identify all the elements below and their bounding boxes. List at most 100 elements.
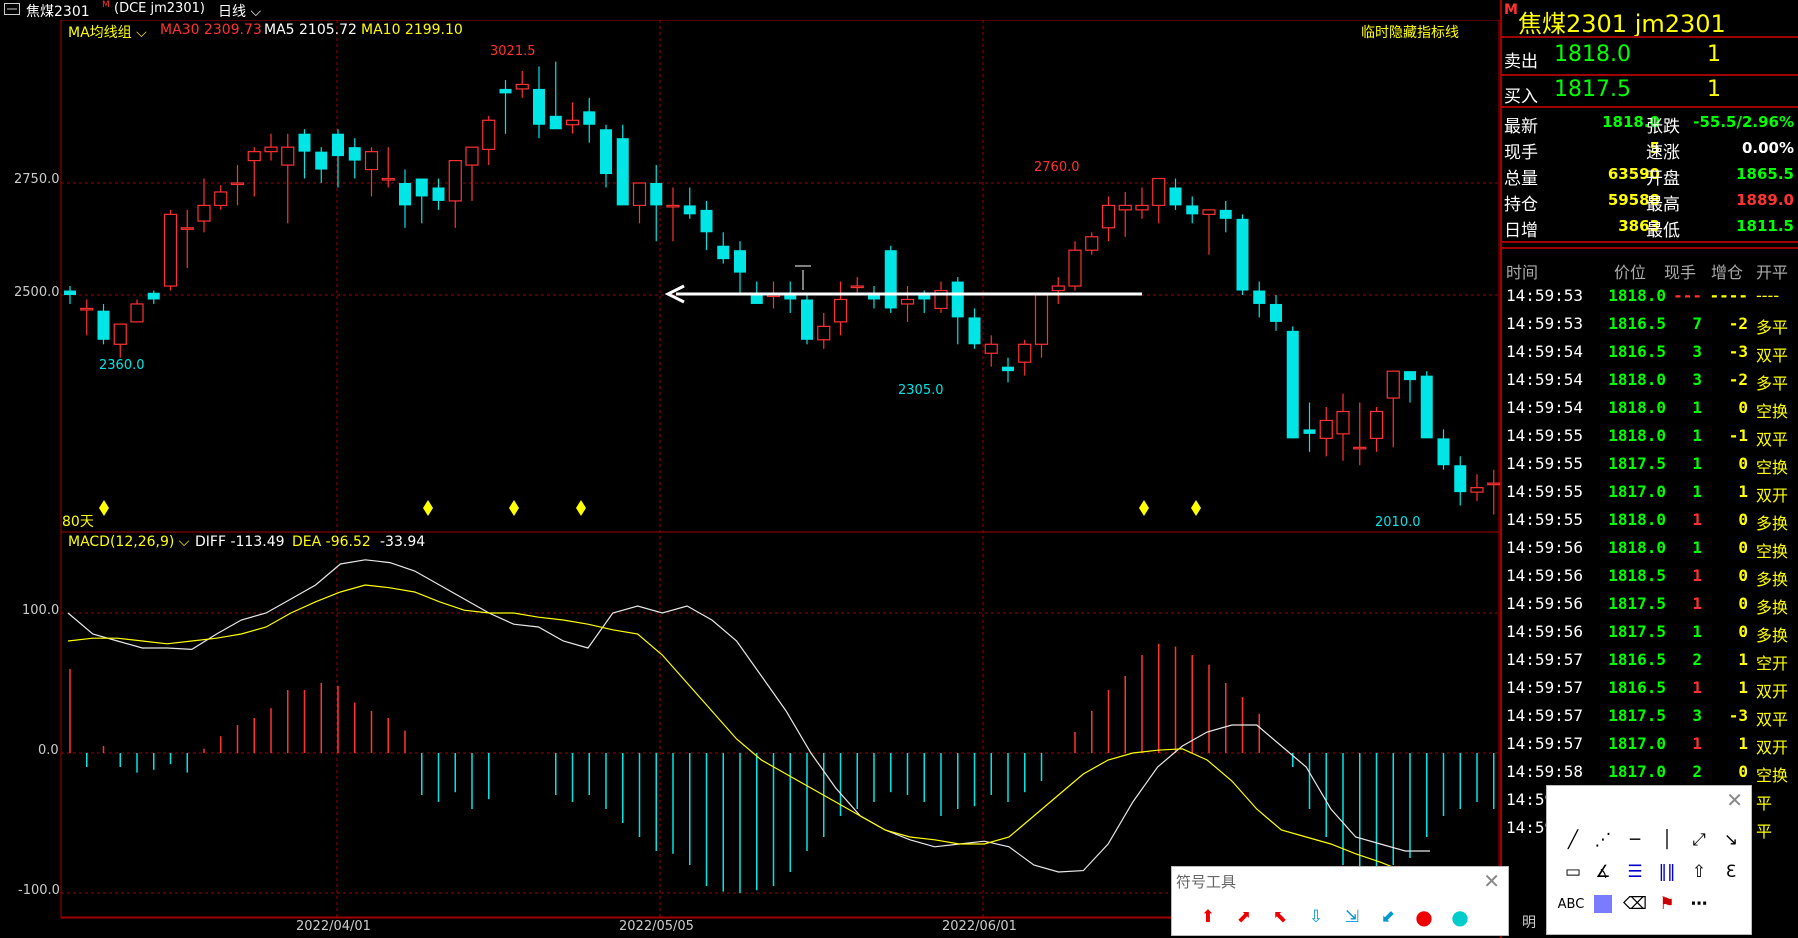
stat-label: 开盘: [1646, 169, 1680, 189]
candle-body-down: [1270, 303, 1282, 322]
rectangle-icon[interactable]: ▭: [1559, 858, 1587, 886]
horizontal-line-icon[interactable]: ─: [1621, 826, 1649, 854]
tick-oi: -3: [1728, 342, 1748, 361]
tick-row: 14:59:56 1818.5 1 0 多换: [1502, 562, 1798, 590]
sell-price: 1818.0: [1554, 42, 1631, 67]
price-tick: 2500.0: [14, 285, 60, 300]
cyan-dot-icon[interactable]: ●: [1446, 903, 1474, 931]
candle-body-up: [281, 146, 295, 166]
tick-time: 14:59:53: [1506, 314, 1584, 333]
tick-oi: 0: [1738, 594, 1748, 613]
kline-chart[interactable]: [0, 20, 1500, 938]
ray-line-icon[interactable]: ⋰: [1589, 826, 1617, 854]
hide-indicator-button[interactable]: 临时隐藏指标线: [1361, 22, 1459, 42]
tick-oi: ----: [1709, 286, 1748, 305]
ma-group-label: MA均线组: [68, 25, 132, 41]
candle-body-up: [1336, 410, 1350, 435]
arrow-line-icon[interactable]: ↘: [1717, 826, 1745, 854]
tick-row: 14:59:55 1818.0 1 -1 双平: [1502, 422, 1798, 450]
period-select[interactable]: 日线 ⌵: [218, 1, 261, 21]
candle-body-down: [1404, 371, 1416, 381]
fibonacci-icon[interactable]: Ɛ: [1717, 858, 1745, 886]
tick-qty: 1: [1692, 566, 1702, 585]
candle-body-up: [817, 325, 831, 341]
candle-body-up: [1386, 370, 1400, 399]
tick-row: 14:59:56 1817.5 1 0 多换: [1502, 618, 1798, 646]
ma10-value: MA10 2199.10: [361, 22, 463, 38]
candle-body-up: [1152, 177, 1166, 207]
signal-diamond: [423, 500, 433, 516]
bottom-tab[interactable]: 明: [1522, 912, 1536, 932]
chevron-down-icon: ⌵: [131, 25, 147, 41]
arrow-down-right-icon[interactable]: ⇲: [1338, 903, 1366, 931]
tick-time: 14:59:55: [1506, 482, 1584, 501]
tick-type: 空换: [1756, 402, 1789, 421]
candle-body-up: [1202, 209, 1216, 215]
candle-body-down: [717, 245, 730, 260]
up-arrow-icon[interactable]: ⇧: [1685, 858, 1713, 886]
candle-body-down: [1420, 375, 1433, 439]
period-lines-icon[interactable]: ‖‖: [1653, 858, 1681, 886]
gann-angle-icon[interactable]: ∡: [1589, 858, 1617, 886]
tick-time: 14:59:56: [1506, 538, 1584, 557]
tick-type: 空换: [1756, 766, 1789, 785]
tick-oi: 0: [1738, 510, 1748, 529]
period-label: 日线: [218, 4, 246, 20]
tick-type: 双开: [1756, 682, 1789, 701]
signal-diamond: [99, 500, 109, 516]
candle-body-down: [415, 178, 428, 197]
channel-icon[interactable]: ☰: [1621, 858, 1649, 886]
tick-oi: 0: [1738, 538, 1748, 557]
low-price-label: 2360.0: [99, 358, 145, 373]
tick-row: 14:59:53 1816.5 7 -2 多平: [1502, 310, 1798, 338]
line-segment-icon[interactable]: ╱: [1559, 826, 1587, 854]
candle-body-up: [565, 119, 580, 126]
sell-qty: 1: [1707, 42, 1721, 67]
tick-oi: 1: [1738, 678, 1748, 697]
tick-qty: 1: [1692, 622, 1702, 641]
tick-row: 14:59:55 1818.0 1 0 多换: [1502, 506, 1798, 534]
macd-value: -33.94: [380, 534, 426, 550]
candle-body-up: [1487, 482, 1500, 486]
double-arrow-line-icon[interactable]: ⤢: [1685, 826, 1713, 854]
flag-icon[interactable]: ⚑: [1653, 890, 1681, 918]
red-dot-icon[interactable]: ●: [1410, 903, 1438, 931]
stat-value: 1811.5: [1736, 217, 1794, 235]
candle-body-up: [264, 146, 278, 153]
tick-qty: 1: [1692, 510, 1702, 529]
candle-body-up: [214, 191, 228, 207]
close-icon[interactable]: ✕: [1726, 788, 1743, 812]
candle-body-down: [97, 310, 110, 340]
tick-row: 14:59:55 1817.5 1 0 空换: [1502, 450, 1798, 478]
ma30-value: MA30 2309.73: [160, 22, 262, 38]
more-icon[interactable]: ⋯: [1685, 890, 1713, 918]
tick-type: 多平: [1756, 374, 1789, 393]
tick-qty: 1: [1692, 426, 1702, 445]
text-tool-icon[interactable]: ABC: [1557, 890, 1585, 918]
window-icon[interactable]: [4, 3, 20, 19]
candle-body-up: [1034, 294, 1049, 345]
arrow-down-left-icon[interactable]: ⬋: [1374, 903, 1402, 931]
tick-time: 14:59:57: [1506, 706, 1584, 725]
tick-qty: 3: [1692, 342, 1702, 361]
macd-select[interactable]: MACD(12,26,9) ⌵: [68, 534, 189, 550]
tick-type: 多换: [1756, 598, 1789, 617]
tick-qty: 2: [1692, 650, 1702, 669]
close-icon[interactable]: ✕: [1483, 869, 1500, 893]
color-picker-icon[interactable]: [1589, 890, 1617, 918]
arrow-up-right-icon[interactable]: ⬈: [1230, 903, 1258, 931]
tick-type: ----: [1756, 286, 1780, 305]
eraser-icon[interactable]: ⌫: [1621, 890, 1649, 918]
tick-time: 14:59:57: [1506, 650, 1584, 669]
ma-group-select[interactable]: MA均线组 ⌵: [68, 22, 147, 42]
arrow-up-left-icon[interactable]: ⬉: [1266, 903, 1294, 931]
tick-oi: 1: [1738, 650, 1748, 669]
date-tick: 2022/06/01: [942, 919, 1017, 934]
vertical-line-icon[interactable]: │: [1653, 826, 1681, 854]
candle-body-down: [1303, 429, 1316, 434]
candle-body-down: [700, 209, 713, 233]
arrow-down-icon[interactable]: ⇩: [1302, 903, 1330, 931]
stat-label: 最高: [1646, 195, 1680, 215]
tick-type: 空换: [1756, 542, 1789, 561]
arrow-up-icon[interactable]: ⬆: [1194, 903, 1222, 931]
